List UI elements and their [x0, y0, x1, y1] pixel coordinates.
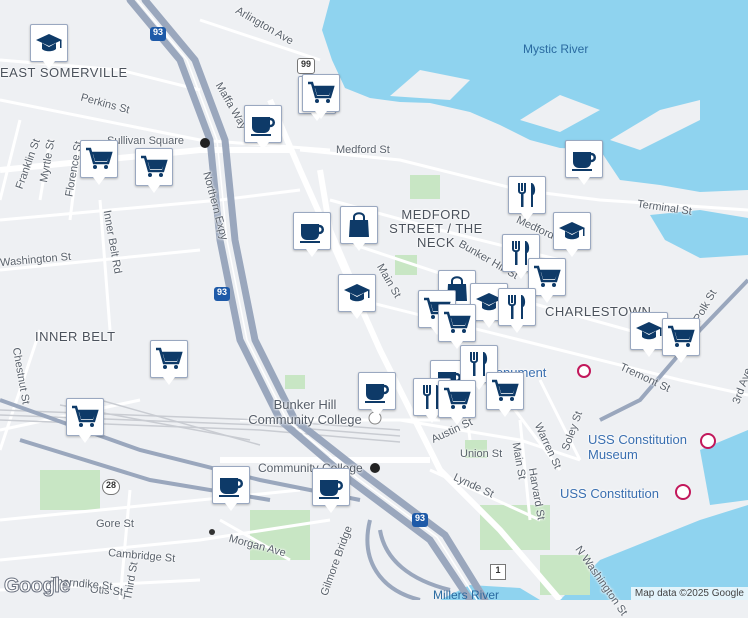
grocery-icon [444, 311, 471, 333]
cafe-icon [365, 384, 389, 403]
school-icon [636, 322, 662, 340]
cafe-icon [572, 152, 596, 171]
neighborhood-label: EAST SOMERVILLE [0, 65, 128, 80]
map-marker-cafe[interactable] [358, 372, 396, 417]
map-marker-grocery[interactable] [80, 140, 118, 185]
map-marker-school[interactable] [338, 274, 376, 319]
grocery-icon [534, 265, 561, 287]
poi-label: USS Constitution Museum [588, 432, 687, 462]
map-marker-grocery[interactable] [66, 398, 104, 443]
map-marker-school[interactable] [30, 24, 68, 69]
grocery-icon [141, 155, 168, 177]
poi-label: Bunker Hill Community College [248, 397, 362, 427]
street-label: Medford St [336, 144, 390, 156]
map-marker-cafe[interactable] [312, 468, 350, 513]
grocery-icon [444, 387, 471, 409]
grocery-icon [308, 81, 335, 103]
google-logo: Google [4, 575, 71, 598]
map-marker-school[interactable] [553, 212, 591, 257]
school-icon [344, 284, 370, 302]
map-marker-grocery[interactable] [135, 148, 173, 193]
map-marker-restaurant[interactable] [498, 288, 536, 333]
map-marker-restaurant[interactable] [508, 176, 546, 221]
street-label: Union St [460, 448, 503, 460]
poi-label: USS Constitution [560, 486, 659, 501]
map-marker-grocery[interactable] [302, 74, 340, 119]
route-1-shield: 1 [490, 564, 506, 580]
cafe-icon [219, 478, 243, 497]
map-marker-cafe[interactable] [565, 140, 603, 185]
water-label: Mystic River [523, 42, 589, 56]
map-marker-cafe[interactable] [244, 105, 282, 150]
map-marker-grocery[interactable] [438, 380, 476, 425]
neighborhood-label: INNER BELT [35, 329, 116, 344]
route-28-shield: 28 [102, 479, 120, 495]
map-marker-grocery[interactable] [486, 372, 524, 417]
restaurant-icon [508, 295, 526, 319]
street-label: Gore St [96, 518, 134, 530]
grocery-icon [72, 405, 99, 427]
cafe-icon [251, 117, 275, 136]
route-99-shield: 99 [297, 58, 315, 74]
neighborhood-label: MEDFORD STREET / THE NECK [389, 207, 483, 250]
map-marker-cafe[interactable] [293, 212, 331, 257]
map-marker-cafe[interactable] [212, 466, 250, 511]
street-label: Sullivan Square [107, 135, 185, 147]
map-marker-grocery[interactable] [662, 318, 700, 363]
map-marker-shopping[interactable] [340, 206, 378, 251]
grocery-icon [492, 379, 519, 401]
grocery-icon [86, 147, 113, 169]
school-icon [559, 222, 585, 240]
route-93-shield: 93 [412, 513, 428, 527]
cafe-icon [319, 480, 343, 499]
route-93-shield: 93 [150, 27, 166, 41]
cafe-icon [300, 224, 324, 243]
map-marker-grocery[interactable] [438, 304, 476, 349]
grocery-icon [668, 325, 695, 347]
route-93-shield: 93 [214, 287, 230, 301]
shopping-icon [349, 212, 369, 237]
grocery-icon [156, 347, 183, 369]
map-attribution: Map data ©2025 Google [630, 587, 748, 600]
map-marker-grocery[interactable] [150, 340, 188, 385]
restaurant-icon [518, 183, 536, 207]
school-icon [36, 34, 62, 52]
